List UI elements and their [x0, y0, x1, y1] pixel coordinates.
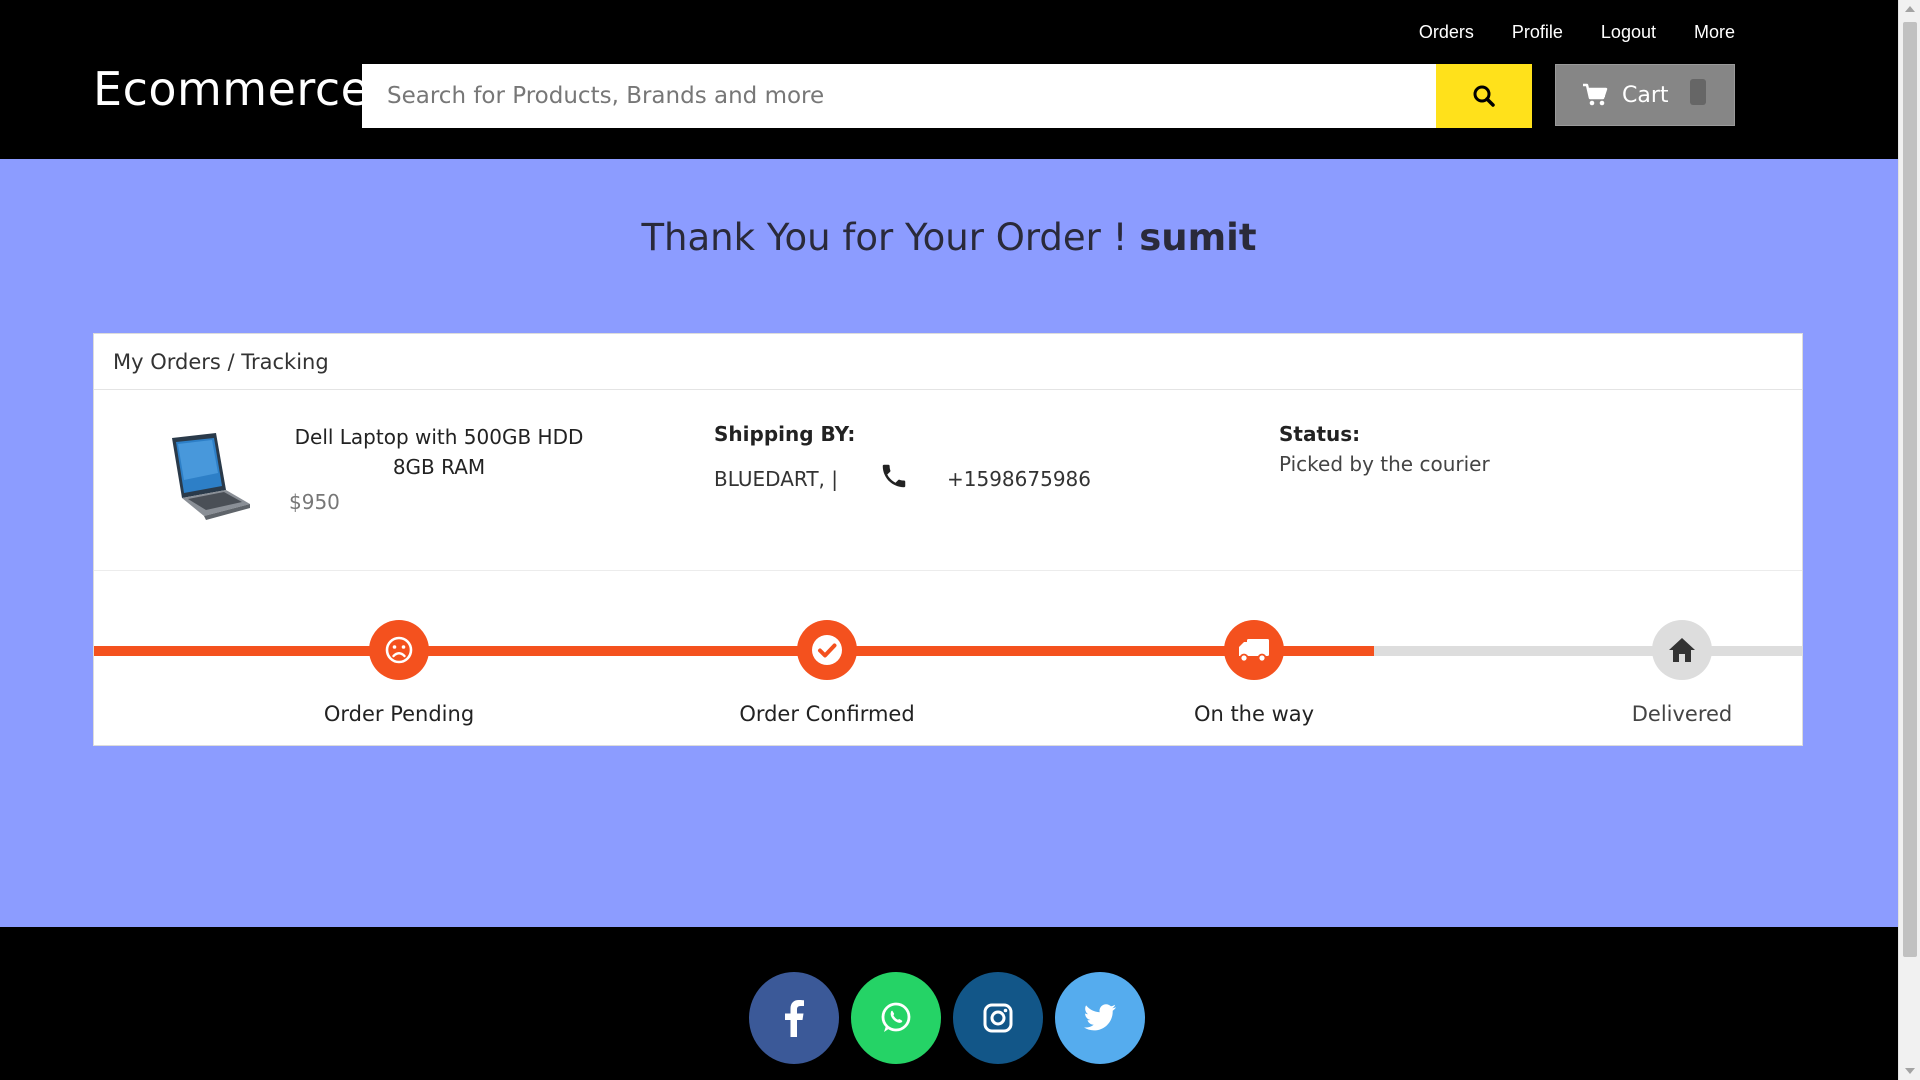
nav-link-orders[interactable]: Orders	[1419, 22, 1474, 43]
order-progress-tracker: Order Pending Order Confirmed On the way…	[94, 571, 1802, 745]
step-on-the-way: On the way	[1104, 620, 1404, 726]
footer	[0, 927, 1898, 1080]
scroll-down-arrow[interactable]	[1905, 1068, 1915, 1074]
shipping-phone: +1598675986	[947, 467, 1092, 491]
truck-icon	[1224, 620, 1284, 680]
search-bar	[362, 64, 1532, 128]
whatsapp-icon[interactable]	[851, 972, 941, 1064]
instagram-icon[interactable]	[953, 972, 1043, 1064]
status-label: Status:	[1279, 422, 1361, 446]
step-label: Delivered	[1631, 702, 1733, 726]
scroll-up-arrow[interactable]	[1905, 6, 1915, 12]
top-nav: Orders Profile Logout More	[1381, 22, 1735, 43]
step-order-pending: Order Pending	[249, 620, 549, 726]
page-scrollbar[interactable]	[1898, 0, 1920, 1080]
search-input[interactable]	[362, 64, 1436, 128]
user-name: sumit	[1139, 216, 1257, 259]
twitter-icon[interactable]	[1055, 972, 1145, 1064]
step-delivered: Delivered	[1532, 620, 1832, 726]
header-bar: Orders Profile Logout More Ecommerce Car…	[0, 0, 1898, 159]
brand-logo[interactable]: Ecommerce	[93, 62, 369, 116]
check-icon	[797, 620, 857, 680]
nav-link-more[interactable]: More	[1694, 22, 1735, 43]
social-links	[749, 972, 1145, 1064]
phone-icon	[882, 464, 906, 488]
nav-link-logout[interactable]: Logout	[1601, 22, 1656, 43]
product-name[interactable]: Dell Laptop with 500GB HDD 8GB RAM	[289, 422, 589, 482]
search-icon	[1473, 85, 1495, 107]
search-button[interactable]	[1436, 64, 1532, 128]
cart-label: Cart	[1622, 82, 1669, 108]
step-order-confirmed: Order Confirmed	[677, 620, 977, 726]
step-label: Order Pending	[323, 702, 475, 726]
cart-count-badge	[1690, 79, 1706, 105]
step-label: On the way	[1193, 702, 1315, 726]
scroll-thumb[interactable]	[1903, 22, 1917, 957]
cart-button[interactable]: Cart	[1555, 64, 1735, 126]
order-tracking-card: My Orders / Tracking Dell Laptop with 50…	[93, 333, 1803, 746]
shipping-label: Shipping BY:	[714, 422, 856, 446]
cart-icon	[1583, 83, 1608, 106]
order-details-row: Dell Laptop with 500GB HDD 8GB RAM $950 …	[94, 390, 1802, 571]
laptop-image[interactable]	[154, 428, 252, 526]
product-price: $950	[289, 490, 340, 514]
shipping-carrier: BLUEDART, |	[714, 467, 838, 491]
thank-you-heading: Thank You for Your Order ! sumit	[0, 216, 1898, 259]
thank-you-text: Thank You for Your Order !	[641, 216, 1140, 259]
frown-icon	[369, 620, 429, 680]
step-label: Order Confirmed	[739, 702, 915, 726]
breadcrumb: My Orders / Tracking	[94, 334, 1802, 390]
facebook-icon[interactable]	[749, 972, 839, 1064]
status-value: Picked by the courier	[1279, 452, 1490, 476]
nav-link-profile[interactable]: Profile	[1512, 22, 1563, 43]
home-icon	[1652, 620, 1712, 680]
